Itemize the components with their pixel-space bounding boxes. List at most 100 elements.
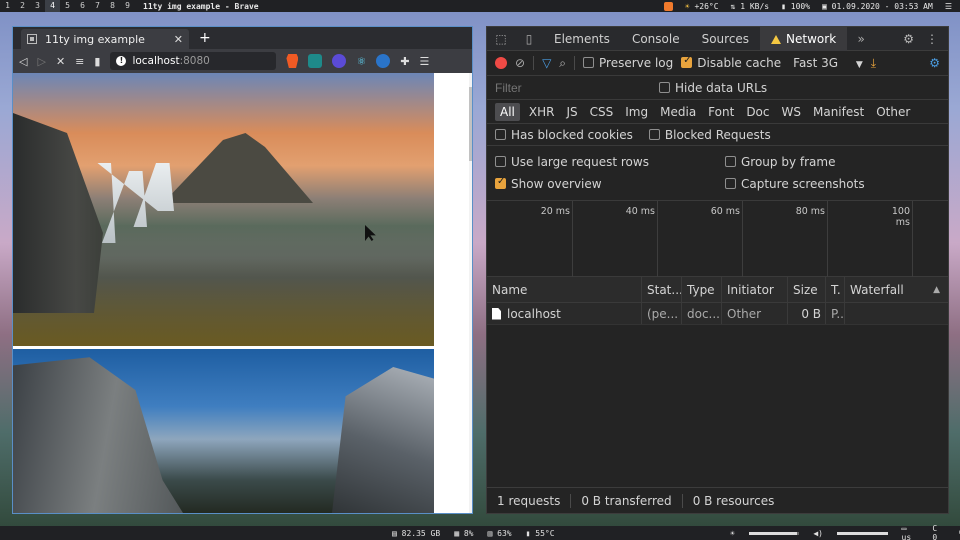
checkbox-box[interactable] (495, 176, 506, 189)
table-row[interactable]: localhost (pe... doc... Other 0 B P... (487, 303, 948, 325)
workspace-9[interactable]: 9 (120, 0, 135, 12)
network-settings-icon[interactable]: ⚙ (929, 56, 940, 70)
has-blocked-cookies-checkbox[interactable]: Has blocked cookies (495, 128, 633, 142)
column-header-time[interactable]: T. (826, 277, 845, 302)
menu-icon[interactable]: ☰ (945, 2, 952, 11)
clear-icon[interactable]: ⊘ (515, 56, 525, 70)
type-filter-xhr[interactable]: XHR (526, 104, 558, 120)
keyboard-widget[interactable]: ▭ us (902, 524, 919, 540)
hide-data-urls-checkbox[interactable]: Hide data URLs (659, 81, 767, 95)
blocked-requests-checkbox[interactable]: Blocked Requests (648, 128, 771, 142)
kebab-menu-icon[interactable]: ⋮ (926, 32, 938, 46)
column-header-waterfall[interactable]: Waterfall ▲ (845, 277, 948, 302)
forward-icon[interactable]: ▷ (37, 55, 45, 68)
type-filter-all[interactable]: All (495, 102, 520, 121)
address-bar[interactable]: ! localhost:8080 (110, 52, 277, 70)
volume-slider[interactable] (837, 531, 888, 535)
preserve-log-checkbox[interactable]: Preserve log (583, 56, 673, 70)
device-toolbar-icon[interactable]: ▯ (515, 32, 543, 46)
page-viewport (13, 73, 472, 513)
notifications-widget[interactable]: C 0 (932, 524, 945, 540)
back-icon[interactable]: ◁ (19, 55, 27, 68)
brightness-slider[interactable] (748, 531, 800, 535)
column-header-status[interactable]: Stat... (642, 277, 682, 302)
settings-row: Show overview Capture screenshots (495, 173, 940, 195)
type-filter-img[interactable]: Img (622, 104, 651, 120)
search-icon[interactable]: ⌕ (559, 56, 566, 71)
tab-console[interactable]: Console (621, 27, 691, 51)
type-filter-css[interactable]: CSS (587, 104, 617, 120)
type-filter-other[interactable]: Other (873, 104, 913, 120)
filter-input[interactable] (495, 78, 645, 97)
checkbox-box[interactable] (583, 57, 595, 68)
extension-icon[interactable] (376, 54, 391, 68)
tab-elements[interactable]: Elements (543, 27, 621, 51)
settings-gear-icon[interactable]: ⚙ (903, 32, 914, 46)
tab-network[interactable]: Network (760, 26, 848, 51)
workspace-7[interactable]: 7 (90, 0, 105, 12)
volume-icon[interactable]: ◀) (813, 529, 823, 538)
workspace-3[interactable]: 3 (30, 0, 45, 12)
checkbox-box[interactable] (648, 128, 660, 140)
workspace-6[interactable]: 6 (75, 0, 90, 12)
column-header-name[interactable]: Name (487, 277, 642, 302)
workspace-4[interactable]: 4 (45, 0, 60, 12)
group-by-frame-checkbox[interactable]: Group by frame (725, 155, 835, 169)
type-filter-ws[interactable]: WS (779, 104, 804, 120)
type-filter-font[interactable]: Font (705, 104, 737, 120)
stop-icon[interactable]: ✕ (56, 55, 65, 68)
workspace-2[interactable]: 2 (15, 0, 30, 12)
request-initiator-cell: Other (722, 303, 788, 324)
brave-shields-icon[interactable] (286, 54, 299, 68)
tab-title: 11ty img example (45, 32, 145, 46)
reader-mode-icon[interactable]: ≡ (75, 55, 84, 68)
valley-cliffs-photo (13, 349, 434, 513)
cpu-temp: 55°C (535, 528, 555, 538)
capture-screenshots-checkbox[interactable]: Capture screenshots (725, 177, 865, 191)
workspace-1[interactable]: 1 (0, 0, 15, 12)
react-devtools-icon[interactable]: ⚛ (356, 55, 366, 68)
extension-icon[interactable] (308, 54, 323, 68)
site-info-icon[interactable]: ! (116, 56, 127, 66)
scrollbar-thumb[interactable] (469, 87, 472, 161)
column-header-size[interactable]: Size (788, 277, 826, 302)
throttling-select[interactable]: Fast 3G ▼ (793, 56, 863, 70)
large-rows-checkbox[interactable]: Use large request rows (495, 155, 725, 169)
disk-widget: ▤ 82.35 GB (392, 529, 440, 538)
workspace-8[interactable]: 8 (105, 0, 120, 12)
checkbox-box[interactable] (659, 81, 670, 93)
bookmark-icon[interactable]: ▮ (94, 55, 100, 68)
tab-sources[interactable]: Sources (691, 27, 760, 51)
import-har-icon[interactable]: ⤓ (871, 56, 876, 71)
type-filter-doc[interactable]: Doc (743, 104, 772, 120)
checkbox-box[interactable] (725, 178, 736, 189)
type-filter-media[interactable]: Media (657, 104, 699, 120)
new-tab-icon[interactable]: + (199, 30, 211, 46)
column-header-initiator[interactable]: Initiator (722, 277, 788, 302)
more-tabs-icon[interactable]: » (847, 32, 875, 46)
record-icon[interactable] (495, 57, 507, 69)
checkbox-box[interactable] (495, 156, 506, 167)
type-filter-manifest[interactable]: Manifest (810, 104, 867, 120)
workspace-5[interactable]: 5 (60, 0, 75, 12)
filter-funnel-icon[interactable]: ▽ (542, 56, 551, 70)
checkbox-box[interactable] (681, 55, 693, 68)
close-tab-icon[interactable]: ✕ (174, 33, 183, 46)
system-stats: ▤ 82.35 GB ▦ 8% ▥ 63% ▮ 55°C (392, 529, 555, 538)
show-overview-checkbox[interactable]: Show overview (495, 176, 725, 191)
checkbox-box[interactable] (495, 128, 506, 140)
browser-menu-icon[interactable]: ☰ (420, 55, 430, 68)
type-filter-js[interactable]: JS (563, 104, 580, 120)
timeline-gridline (657, 201, 658, 277)
browser-tab[interactable]: 11ty img example ✕ (21, 29, 189, 49)
timeline-overview[interactable]: 20 ms 40 ms 60 ms 80 ms 100 ms (487, 201, 948, 277)
filter-row: Hide data URLs (487, 76, 948, 100)
checkbox-box[interactable] (725, 156, 736, 167)
disable-cache-checkbox[interactable]: Disable cache (681, 55, 781, 70)
inspect-element-icon[interactable]: ⬚ (487, 32, 515, 46)
extensions-puzzle-icon[interactable]: ✚ (400, 55, 409, 68)
column-header-type[interactable]: Type (682, 277, 722, 302)
extension-icon[interactable] (332, 54, 347, 68)
tray-app-icon[interactable] (663, 1, 673, 11)
request-name-cell: localhost (487, 303, 642, 324)
